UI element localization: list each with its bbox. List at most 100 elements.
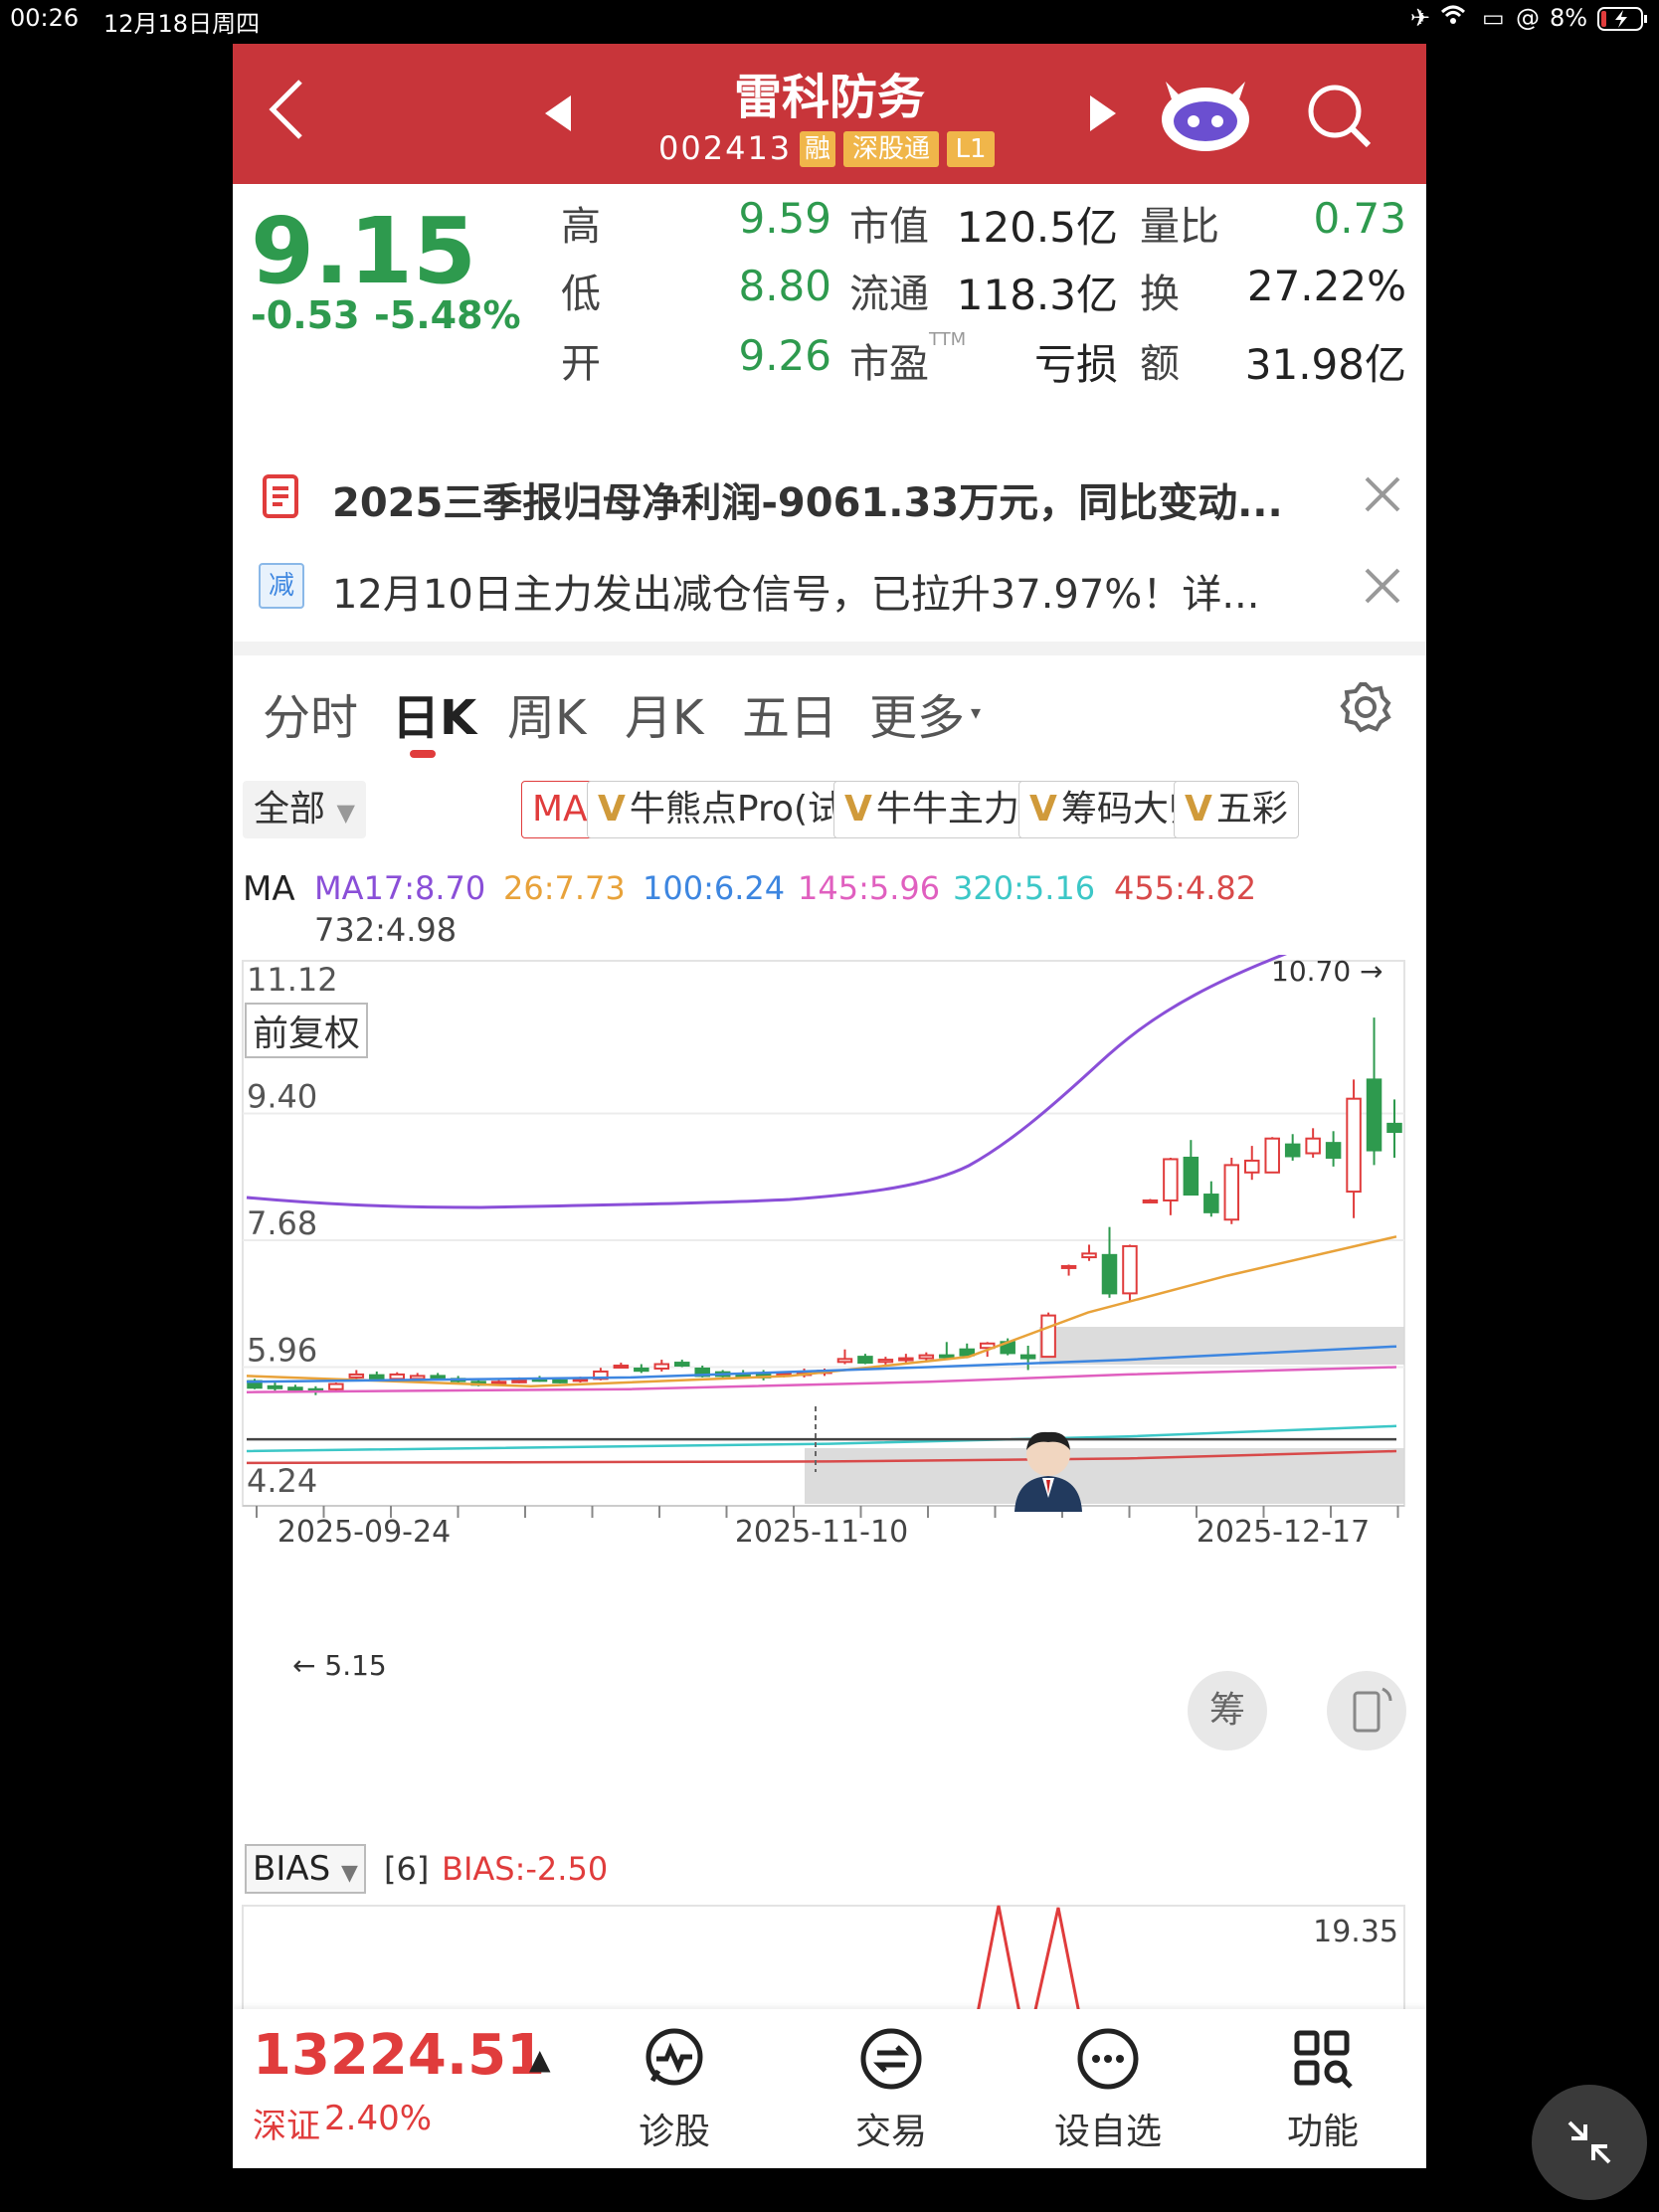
float-label: 流通 <box>849 272 929 317</box>
trade-icon <box>860 2028 922 2090</box>
stock-header: 雷科防务 002413 融 深股通 L1 <box>233 44 1426 184</box>
tab-monthly-k[interactable]: 月K <box>625 678 703 748</box>
candle <box>1040 1312 1056 1359</box>
candle <box>1284 1134 1301 1161</box>
ma732-label: 732:4.98 <box>314 911 458 949</box>
status-bar: 00:26 12月18日周四 ✈ ▭ @ 8% <box>0 0 1659 40</box>
chip-distribution-button[interactable]: 筹 <box>1188 1671 1267 1751</box>
tab-five-day[interactable]: 五日 <box>742 678 837 748</box>
ma455-label: 455:4.82 <box>1114 869 1257 907</box>
v-icon: V <box>1185 789 1212 830</box>
y-tick-label: 4.24 <box>247 1462 317 1500</box>
next-stock-button[interactable] <box>1088 93 1118 137</box>
y-tick-label: 7.68 <box>247 1204 317 1242</box>
report-icon <box>261 472 302 524</box>
turnover-label: 换 <box>1140 272 1180 317</box>
high-marker: 10.70 → <box>1271 955 1383 988</box>
active-tab-indicator <box>410 750 436 758</box>
assistant-robot-icon[interactable] <box>1156 72 1255 159</box>
connect-badge: 深股通 <box>843 131 939 167</box>
candle <box>836 1349 853 1365</box>
rotate-screen-button[interactable] <box>1327 1671 1406 1751</box>
grid-icon <box>1294 2030 1353 2089</box>
tab-weekly-k[interactable]: 周K <box>507 678 586 748</box>
gear-icon[interactable] <box>1339 680 1392 738</box>
high-value: 9.59 <box>738 194 831 243</box>
functions-button[interactable]: 功能 <box>1243 2027 1402 2156</box>
add-watchlist-button[interactable]: 设自选 <box>1028 2027 1188 2156</box>
v-icon: V <box>844 789 872 830</box>
tab-more[interactable]: 更多 <box>869 678 965 748</box>
candle <box>673 1360 690 1368</box>
candle <box>613 1363 630 1370</box>
candle <box>1243 1146 1260 1181</box>
kline-chart[interactable]: 11.12 9.40 7.68 5.96 4.24 2025-09-24 2025-11-… <box>233 955 1426 1552</box>
trade-button[interactable]: 交易 <box>812 2027 971 2156</box>
candle <box>1203 1181 1219 1217</box>
bias-dropdown[interactable]: BIAS ▼ <box>245 1844 366 1894</box>
tab-daily-k[interactable]: 日K <box>392 678 476 748</box>
collapse-window-button[interactable] <box>1532 2085 1647 2200</box>
airplane-icon: ✈ <box>1410 4 1431 32</box>
mcap-value: 120.5亿 <box>956 203 1118 252</box>
candle <box>1386 1099 1402 1158</box>
level1-badge: L1 <box>947 131 995 167</box>
candle <box>653 1360 670 1372</box>
all-indicators-label: 全部 <box>254 789 326 830</box>
dropdown-icon: ▼ <box>336 799 355 827</box>
index-value[interactable]: 13224.51 <box>253 2023 545 2088</box>
ma145-label: 145:5.96 <box>798 869 941 907</box>
last-price: 9.15 <box>251 198 476 304</box>
candle <box>1366 1017 1382 1166</box>
open-label: 开 <box>561 341 601 387</box>
bias-top-tick: 19.35 <box>1313 1915 1398 1949</box>
candle <box>939 1342 955 1361</box>
candle <box>1163 1157 1179 1215</box>
notice-earnings[interactable]: 2025三季报归母净利润-9061.33万元，同比变动... <box>332 470 1283 528</box>
trade-label: 交易 <box>854 2112 927 2152</box>
dropdown-icon: ▼ <box>341 1861 358 1886</box>
close-icon[interactable] <box>1363 566 1402 610</box>
phone-rotate-icon <box>1353 1687 1392 1733</box>
notice-signal[interactable]: 12月10日主力发出减仓信号，已拉升37.97%！详... <box>332 562 1259 620</box>
mcap-label: 市值 <box>849 204 929 250</box>
open-value: 9.26 <box>738 331 831 380</box>
amount-label: 额 <box>1140 341 1180 387</box>
collapse-arrows-icon <box>1567 2120 1611 2164</box>
index-up-icon: ▲ <box>529 2043 551 2076</box>
close-icon[interactable] <box>1363 474 1402 518</box>
index-name: 深证 <box>253 2107 320 2146</box>
bottom-bar: 13224.51 ▲ 深证 2.40% 诊股 交易 设自选 功能 <box>233 2009 1426 2168</box>
pe-value: 亏损 <box>1033 340 1118 389</box>
diagnose-icon <box>645 2028 703 2086</box>
all-indicators-dropdown[interactable]: 全部 ▼ <box>243 781 366 838</box>
x-axis: 2025-09-24 2025-11-10 2025-12-17 <box>243 1505 1404 1550</box>
candle <box>1325 1131 1342 1167</box>
float-value: 118.3亿 <box>956 271 1118 319</box>
diagnose-button[interactable]: 诊股 <box>595 2027 754 2156</box>
tab-intraday[interactable]: 分时 <box>263 678 358 748</box>
amount-value: 31.98亿 <box>1244 340 1406 389</box>
low-value: 8.80 <box>738 262 831 310</box>
event-avatar[interactable] <box>1011 1428 1086 1516</box>
candle <box>1346 1079 1362 1218</box>
ma320-label: 320:5.16 <box>953 869 1096 907</box>
adjustment-button[interactable]: 前复权 <box>245 1003 369 1058</box>
candle <box>1060 1264 1077 1276</box>
more-dropdown-icon[interactable]: ▾ <box>971 700 981 724</box>
candle <box>1101 1226 1118 1298</box>
candle <box>1081 1244 1097 1261</box>
lock-rotation-icon: @ <box>1516 4 1540 32</box>
ma17-label: MA17:8.70 <box>314 869 486 907</box>
chip-five-color[interactable]: V 五彩 <box>1174 781 1299 838</box>
diagnose-label: 诊股 <box>638 2112 710 2152</box>
screen-mirroring-icon: ▭ <box>1482 4 1505 32</box>
wifi-icon <box>1440 4 1466 32</box>
pressure-zones <box>805 1327 1404 1504</box>
chip-label: 五彩 <box>1215 789 1288 830</box>
bias-label: BIAS <box>253 1849 331 1889</box>
section-divider <box>233 642 1426 655</box>
v-icon: V <box>598 789 626 830</box>
search-icon[interactable] <box>1305 82 1375 155</box>
stock-detail-window: 雷科防务 002413 融 深股通 L1 9.15 -0.53 -5.48% 高… <box>233 44 1426 2168</box>
